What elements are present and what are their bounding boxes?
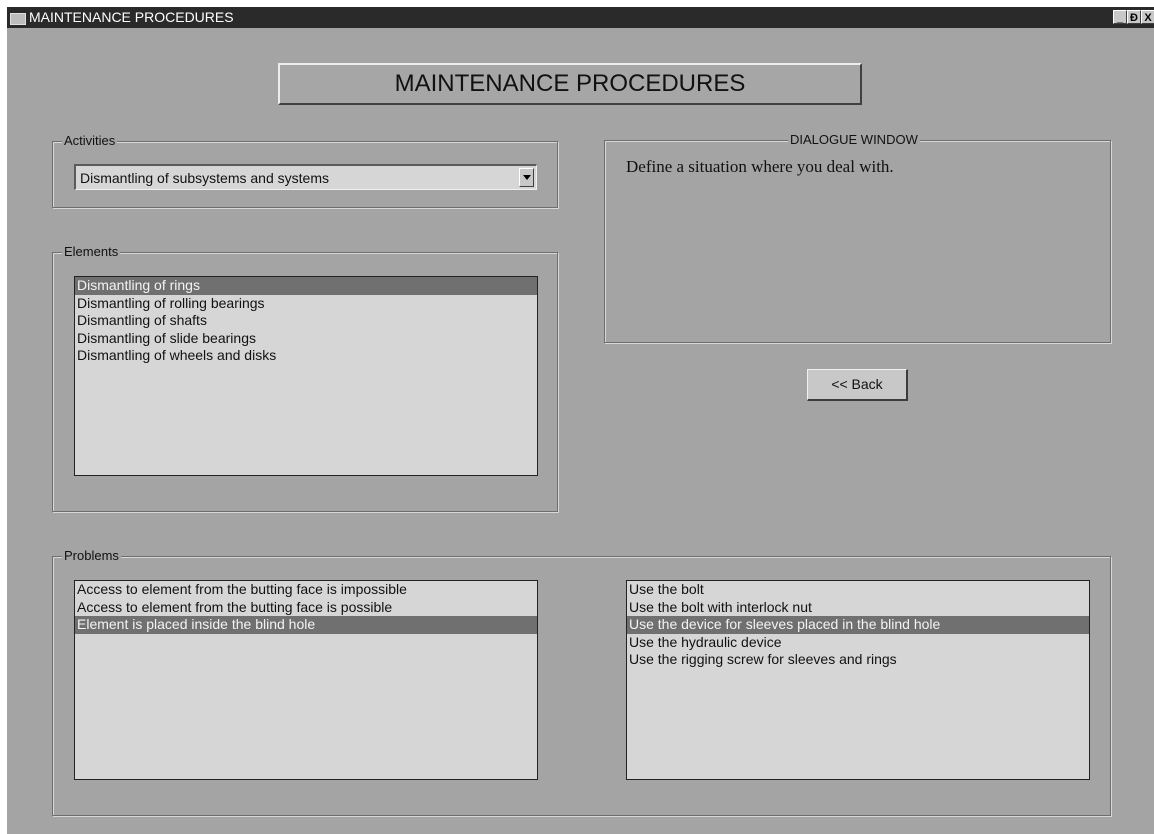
solutions-listbox[interactable]: Use the bolt Use the bolt with interlock … bbox=[626, 580, 1090, 780]
elements-label: Elements bbox=[62, 244, 121, 260]
page-heading: MAINTENANCE PROCEDURES bbox=[278, 63, 862, 105]
main-window: MAINTENANCE PROCEDURES _ Ɖ X MAINTENANCE… bbox=[7, 7, 1154, 834]
close-button[interactable]: X bbox=[1141, 10, 1154, 24]
list-item[interactable]: Use the bolt with interlock nut bbox=[627, 599, 1089, 617]
list-item[interactable]: Access to element from the butting face … bbox=[75, 581, 537, 599]
dialogue-window-label: DIALOGUE WINDOW bbox=[788, 132, 920, 148]
list-item[interactable]: Dismantling of rings bbox=[75, 277, 537, 295]
list-item[interactable]: Use the device for sleeves placed in the… bbox=[627, 616, 1089, 634]
list-item[interactable]: Access to element from the butting face … bbox=[75, 599, 537, 617]
list-item[interactable]: Use the bolt bbox=[627, 581, 1089, 599]
list-item[interactable]: Use the hydraulic device bbox=[627, 634, 1089, 652]
list-item[interactable]: Use the rigging screw for sleeves and ri… bbox=[627, 651, 1089, 669]
list-item[interactable]: Dismantling of wheels and disks bbox=[75, 347, 537, 365]
dialogue-text: Define a situation where you deal with. bbox=[626, 157, 894, 176]
back-button[interactable]: << Back bbox=[807, 369, 908, 401]
list-item[interactable]: Dismantling of slide bearings bbox=[75, 330, 537, 348]
app-icon[interactable] bbox=[10, 13, 26, 25]
activities-label: Activities bbox=[62, 133, 118, 149]
problems-label: Problems bbox=[62, 548, 121, 564]
chevron-down-icon[interactable] bbox=[519, 168, 534, 187]
situations-listbox[interactable]: Access to element from the butting face … bbox=[74, 580, 538, 780]
list-item[interactable]: Dismantling of rolling bearings bbox=[75, 295, 537, 313]
title-bar[interactable]: MAINTENANCE PROCEDURES _ Ɖ X bbox=[7, 7, 1154, 28]
restore-button[interactable]: Ɖ bbox=[1127, 10, 1141, 24]
list-item[interactable]: Dismantling of shafts bbox=[75, 312, 537, 330]
list-item[interactable]: Element is placed inside the blind hole bbox=[75, 616, 537, 634]
window-title: MAINTENANCE PROCEDURES bbox=[29, 9, 234, 25]
minimize-button[interactable]: _ bbox=[1113, 10, 1127, 24]
activities-dropdown[interactable]: Dismantling of subsystems and systems bbox=[74, 164, 537, 190]
dialogue-window-group: DIALOGUE WINDOW Define a situation where… bbox=[604, 132, 1111, 343]
activities-selected-value: Dismantling of subsystems and systems bbox=[80, 170, 329, 186]
elements-listbox[interactable]: Dismantling of rings Dismantling of rolli… bbox=[74, 276, 538, 476]
